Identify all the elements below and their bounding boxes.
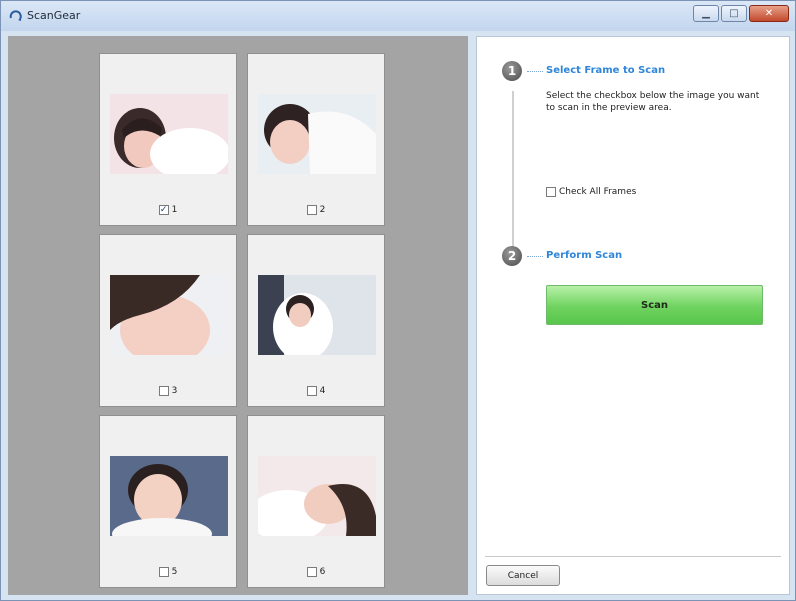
frame-photo-3 bbox=[110, 275, 228, 355]
frame-checkbox-3[interactable] bbox=[158, 386, 169, 396]
step-2-badge: 2 bbox=[502, 246, 522, 266]
check-all-frames-checkbox[interactable] bbox=[546, 187, 556, 197]
minimize-button[interactable]: ▁ bbox=[693, 5, 719, 22]
panel-separator bbox=[485, 556, 781, 557]
step-1-badge: 1 bbox=[502, 61, 522, 81]
window-title: ScanGear bbox=[27, 9, 81, 22]
close-icon: ✕ bbox=[764, 8, 774, 19]
frame-photo-1 bbox=[110, 94, 228, 174]
check-all-frames-label: Check All Frames bbox=[559, 187, 637, 197]
frame-label-2: 2 bbox=[319, 205, 326, 215]
step-2-title: Perform Scan bbox=[546, 250, 623, 261]
frame-thumbnail-1[interactable]: ✓ 1 bbox=[99, 53, 237, 226]
scan-button[interactable]: Scan bbox=[546, 285, 763, 325]
step-1-description: Select the checkbox below the image you … bbox=[546, 91, 760, 113]
frame-thumbnail-3[interactable]: 3 bbox=[99, 234, 237, 407]
preview-area: ✓ 1 2 3 4 5 6 bbox=[8, 36, 468, 595]
scan-button-label: Scan bbox=[641, 299, 668, 311]
scan-control-panel: 1 Select Frame to Scan Select the checkb… bbox=[476, 36, 790, 595]
frame-thumbnail-2[interactable]: 2 bbox=[247, 53, 385, 226]
frame-photo-4 bbox=[258, 275, 376, 355]
frame-photo-2 bbox=[258, 94, 376, 174]
frame-photo-6 bbox=[258, 456, 376, 536]
frame-thumbnail-5[interactable]: 5 bbox=[99, 415, 237, 588]
step-1-dots bbox=[527, 71, 543, 73]
frame-checkbox-5[interactable] bbox=[158, 567, 169, 577]
cancel-button[interactable]: Cancel bbox=[486, 565, 560, 586]
frame-label-6: 6 bbox=[319, 567, 326, 577]
frame-label-4: 4 bbox=[319, 386, 326, 396]
frame-checkbox-6[interactable] bbox=[306, 567, 317, 577]
title-bar: ScanGear ▁ □ ✕ bbox=[1, 1, 795, 31]
frame-thumbnail-4[interactable]: 4 bbox=[247, 234, 385, 407]
step-2-dots bbox=[527, 256, 543, 258]
frame-checkbox-4[interactable] bbox=[306, 386, 317, 396]
check-all-frames[interactable]: Check All Frames bbox=[546, 187, 636, 197]
frame-label-3: 3 bbox=[171, 386, 178, 396]
frame-thumbnail-6[interactable]: 6 bbox=[247, 415, 385, 588]
frame-checkbox-1[interactable]: ✓ bbox=[158, 205, 169, 215]
maximize-button[interactable]: □ bbox=[721, 5, 747, 22]
maximize-icon: □ bbox=[729, 8, 739, 19]
frame-checkbox-2[interactable] bbox=[306, 205, 317, 215]
step-1-title: Select Frame to Scan bbox=[546, 65, 666, 76]
minimize-icon: ▁ bbox=[702, 8, 710, 19]
step-connector-line bbox=[512, 91, 514, 253]
scangear-app-icon bbox=[9, 10, 22, 21]
close-button[interactable]: ✕ bbox=[749, 5, 789, 22]
cancel-button-label: Cancel bbox=[507, 570, 539, 581]
frame-photo-5 bbox=[110, 456, 228, 536]
scangear-window: ScanGear ▁ □ ✕ ✓ 1 2 3 4 5 6 1 Select Fr… bbox=[0, 0, 796, 601]
frame-label-1: 1 bbox=[171, 205, 178, 215]
frame-label-5: 5 bbox=[171, 567, 178, 577]
